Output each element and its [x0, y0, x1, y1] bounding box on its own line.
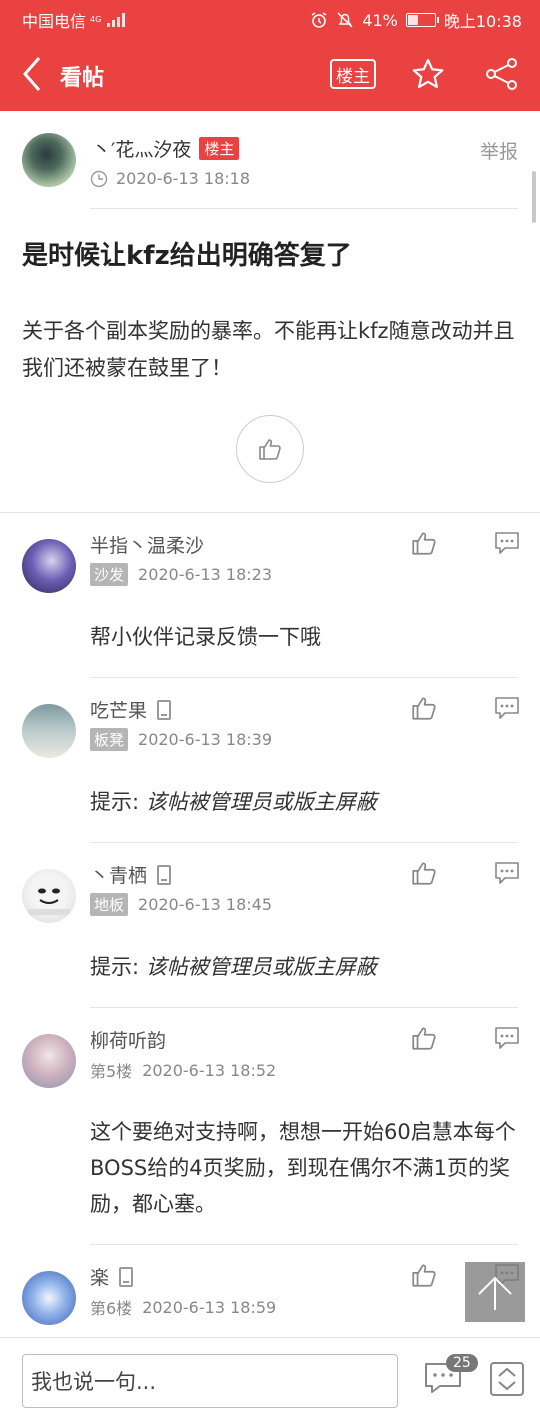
share-icon — [486, 58, 517, 90]
floor-label: 第6楼 — [90, 1299, 133, 1318]
reply-time: 2020-6-13 18:59 — [142, 1297, 277, 1317]
reply-text: 帮小伙伴记录反馈一下哦 — [90, 625, 321, 649]
favorite-button[interactable] — [408, 54, 448, 94]
clock: 晚上10:38 — [443, 12, 522, 31]
reply-author[interactable]: 半指丶温柔沙 — [90, 531, 204, 558]
reply-input[interactable]: 我也说一句... — [22, 1354, 398, 1408]
back-to-top-button[interactable] — [465, 1262, 525, 1322]
navigation-bar: 看帖 楼主 — [0, 36, 540, 111]
avatar[interactable] — [22, 539, 76, 593]
up-down-icon — [498, 1367, 516, 1391]
report-link[interactable]: 举报 — [480, 137, 518, 164]
hint-label: 提示: — [90, 955, 146, 979]
reply-item: 柳荷听韵 第5楼 2020-6-13 18:52 这个要绝对支持啊，想想一开始6… — [0, 1008, 540, 1245]
clock-icon — [90, 170, 108, 187]
only-owner-button[interactable]: 楼主 — [330, 59, 376, 89]
battery-percent: 41% — [362, 10, 398, 30]
thumbs-up-icon[interactable] — [410, 1024, 438, 1052]
hidden-notice: 该帖被管理员或版主屏蔽 — [145, 790, 377, 814]
reply-name-row: 半指丶温柔沙 — [90, 531, 204, 558]
author-name-row: 丶′花灬汐夜 楼主 — [92, 135, 240, 162]
carrier-label: 中国电信 — [22, 12, 87, 31]
network-type: 4G — [90, 15, 102, 24]
post-title: 是时候让kfz给出明确答复了 — [22, 241, 352, 271]
reply-text: 这个要绝对支持啊，想想一开始60启慧本每个BOSS给的4页奖励，到现在偶尔不满1… — [90, 1120, 516, 1216]
thumbs-up-icon[interactable] — [410, 859, 438, 887]
battery-icon — [405, 13, 439, 27]
avatar[interactable] — [22, 1034, 76, 1088]
post-time-row: 2020-6-13 18:18 — [90, 169, 250, 188]
reply-name-row: 丶青栖 — [90, 861, 172, 888]
reply-time: 2020-6-13 18:45 — [138, 895, 273, 914]
thread-content[interactable]: 丶′花灬汐夜 楼主 2020-6-13 18:18 举报 是时候让kfz给出明确… — [0, 111, 540, 1337]
reply-text: 提示: 该帖被管理员或版主屏蔽 — [90, 949, 518, 985]
reply-time: 2020-6-13 18:23 — [138, 565, 273, 584]
back-button[interactable] — [14, 54, 50, 94]
floor-tag: 沙发 — [90, 563, 129, 586]
reply-name-row: 楽 — [90, 1263, 134, 1290]
reply-name-row: 吃芒果 — [90, 696, 172, 723]
reply-author[interactable]: 丶青栖 — [90, 861, 147, 888]
post-time: 2020-6-13 18:18 — [116, 169, 250, 188]
alarm-icon — [311, 12, 327, 28]
post-body: 关于各个副本奖励的暴率。不能再让kfz随意改动并且我们还被蒙在鼓里了！ — [22, 319, 515, 380]
reply-meta: 沙发 2020-6-13 18:23 — [90, 563, 272, 586]
avatar[interactable] — [22, 704, 76, 758]
reply-author[interactable]: 柳荷听韵 — [90, 1026, 166, 1053]
avatar[interactable] — [22, 869, 76, 923]
divider — [90, 208, 518, 209]
star-icon — [412, 58, 444, 88]
thumbs-up-icon — [259, 439, 281, 460]
top-bar: 中国电信 4G 41% 晚上10:38 看帖 楼主 — [0, 0, 540, 111]
comment-icon[interactable] — [494, 696, 520, 720]
meme-face-icon — [28, 877, 70, 915]
reply-author[interactable]: 吃芒果 — [90, 696, 147, 723]
scrollbar[interactable] — [532, 171, 536, 223]
reply-time: 2020-6-13 18:39 — [138, 730, 273, 749]
floor-label: 第5楼 — [90, 1062, 133, 1081]
comment-icon[interactable] — [494, 861, 520, 885]
reply-author[interactable]: 楽 — [90, 1263, 109, 1290]
comment-icon[interactable] — [494, 531, 520, 555]
reply-meta: 地板 2020-6-13 18:45 — [90, 893, 272, 916]
share-button[interactable] — [482, 54, 522, 94]
reply-item: 楽 第6楼 2020-6-13 18:59 — [0, 1245, 540, 1337]
reply-meta: 第6楼 2020-6-13 18:59 — [90, 1295, 276, 1319]
reply-name-row: 柳荷听韵 — [90, 1026, 166, 1053]
reply-time: 2020-6-13 18:52 — [142, 1060, 277, 1080]
thumbs-up-icon[interactable] — [410, 529, 438, 557]
mute-icon — [337, 12, 353, 28]
mobile-icon — [157, 864, 172, 885]
author-avatar[interactable] — [22, 133, 76, 187]
jump-button[interactable] — [490, 1362, 524, 1396]
reply-item: 丶青栖 地板 2020-6-13 18:45 提示: 该帖被管理员或版主屏蔽 — [0, 843, 540, 1008]
hint-label: 提示: — [90, 790, 146, 814]
owner-badge: 楼主 — [199, 137, 240, 160]
floor-tag: 地板 — [90, 893, 129, 916]
floor-tag: 板凳 — [90, 728, 129, 751]
reply-meta: 第5楼 2020-6-13 18:52 — [90, 1058, 276, 1082]
arrow-up-icon — [478, 1276, 512, 1310]
mobile-icon — [119, 1266, 134, 1287]
signal-icon — [107, 13, 126, 27]
like-post-button[interactable] — [236, 415, 304, 483]
reply-meta: 板凳 2020-6-13 18:39 — [90, 728, 272, 751]
reply-item: 吃芒果 板凳 2020-6-13 18:39 提示: 该帖被管理员或版主屏蔽 — [0, 678, 540, 843]
reply-item: 半指丶温柔沙 沙发 2020-6-13 18:23 帮小伙伴记录反馈一下哦 — [0, 513, 540, 678]
comment-icon[interactable] — [494, 1026, 520, 1050]
hidden-notice: 该帖被管理员或版主屏蔽 — [145, 955, 377, 979]
page-title: 看帖 — [60, 66, 105, 91]
thumbs-up-icon[interactable] — [410, 694, 438, 722]
status-bar: 中国电信 4G 41% 晚上10:38 — [0, 0, 540, 36]
thumbs-up-icon[interactable] — [410, 1261, 438, 1289]
comment-count-badge: 25 — [446, 1354, 478, 1372]
bottom-bar: 我也说一句... 25 — [0, 1337, 540, 1423]
avatar[interactable] — [22, 1271, 76, 1325]
author-name[interactable]: 丶′花灬汐夜 — [92, 135, 191, 162]
mobile-icon — [157, 699, 172, 720]
reply-text: 提示: 该帖被管理员或版主屏蔽 — [90, 784, 518, 820]
back-arrow-icon — [23, 57, 41, 91]
